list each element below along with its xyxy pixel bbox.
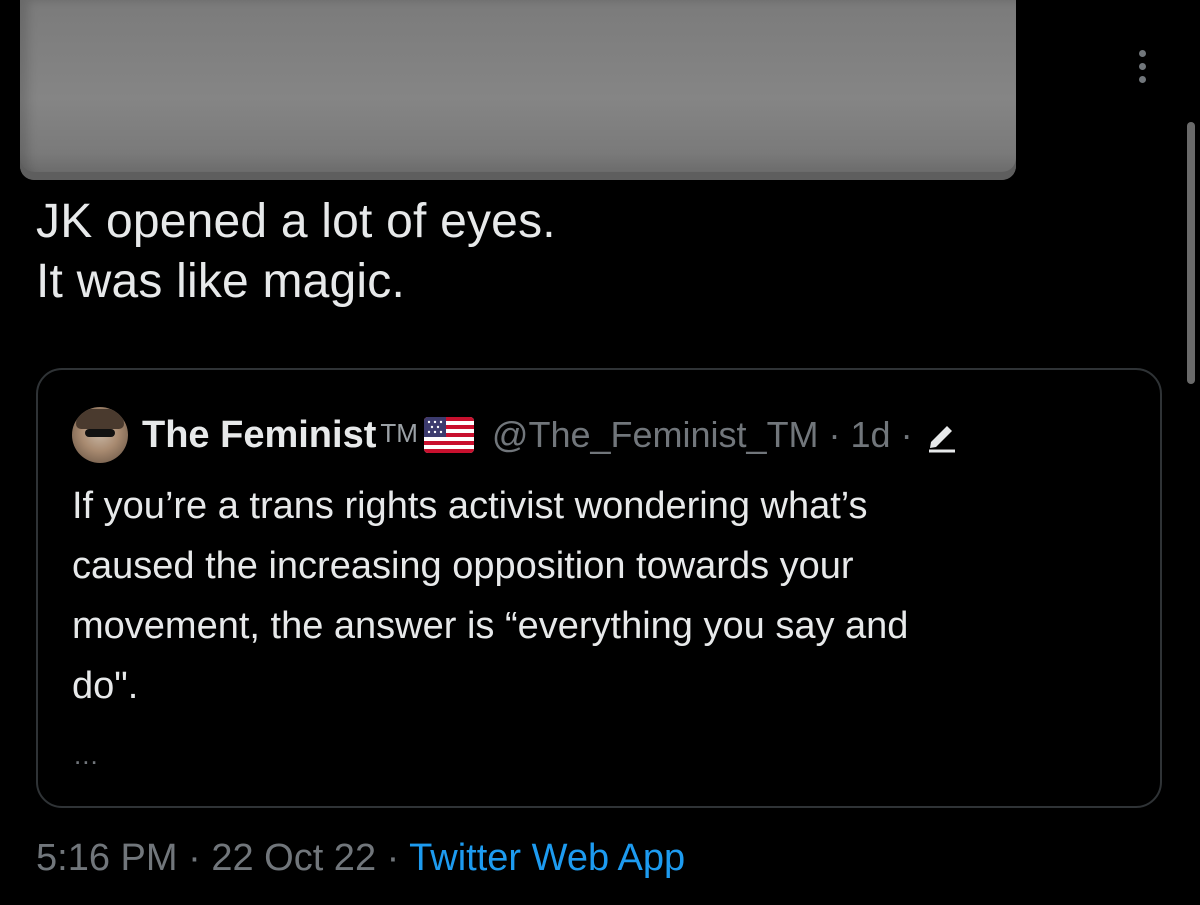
quoted-body-line: If you’re a trans rights activist wonder… [72,485,868,527]
truncation-ellipsis: ... [74,740,99,770]
pencil-icon [928,426,955,453]
tweet-text: JK opened a lot of eyes. It was like mag… [36,192,1136,312]
more-vertical-icon[interactable] [1128,36,1156,96]
avatar-hair [76,409,124,429]
quoted-tweet-header: The Feminist TM @The_Feminist_TM · 1d · [72,406,961,464]
us-flag-icon [423,417,474,453]
tweet-date[interactable]: 22 Oct 22 [211,837,376,879]
quoted-display-name[interactable]: The Feminist [142,414,376,457]
meta-separator: · [386,837,400,879]
quoted-body-line: caused the increasing opposition towards… [72,545,854,587]
meta-separator: · [188,837,201,879]
tweet-meta-footer: 5:16 PM · 22 Oct 22 · Twitter Web App [36,832,685,884]
quoted-handle-and-age[interactable]: @The_Feminist_TM · 1d · [492,414,913,456]
quoted-tweet-card[interactable]: The Feminist TM @The_Feminist_TM · 1d · … [36,368,1162,808]
avatar[interactable] [72,407,128,463]
scrollbar[interactable] [1187,122,1195,384]
tweet-media-image[interactable] [20,0,1016,180]
dot-icon [1138,75,1146,83]
tweet-source-link[interactable]: Twitter Web App [409,837,685,879]
name-suffix: TM [380,417,418,448]
tweet-time[interactable]: 5:16 PM [36,837,178,879]
dot-icon [1138,49,1146,57]
dot-icon [1138,62,1146,70]
avatar-sunglasses [85,429,115,437]
quoted-body-line: do". [72,665,139,707]
quoted-body-line: movement, the answer is “everything you … [72,605,909,647]
tweet-text-line: It was like magic. [36,255,406,308]
quoted-tweet-body: If you’re a trans rights activist wonder… [72,476,1132,716]
tweet-text-line: JK opened a lot of eyes. [36,195,556,248]
